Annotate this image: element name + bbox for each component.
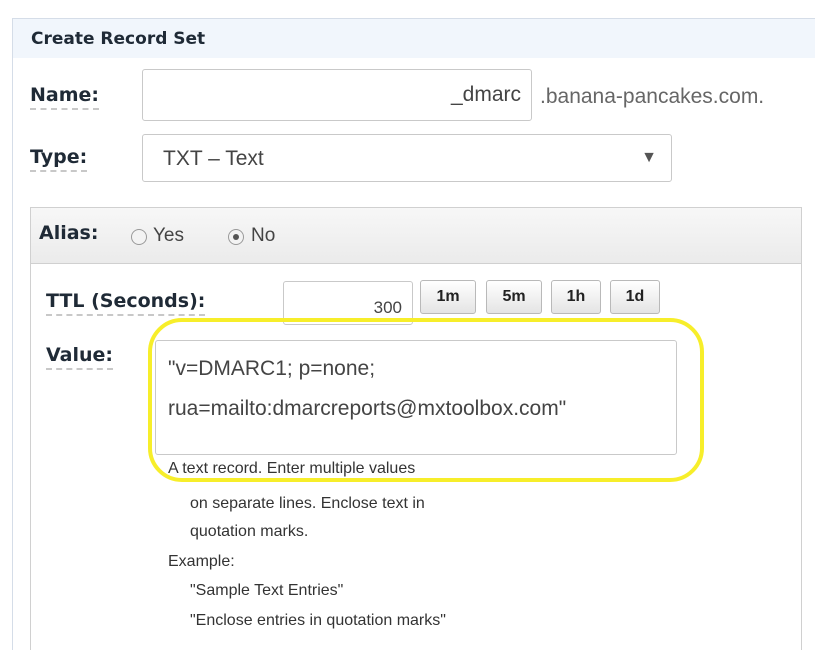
alias-header: Alias: Yes No <box>31 208 801 264</box>
panel-title: Create Record Set <box>31 29 206 49</box>
alias-yes-label: Yes <box>153 225 184 246</box>
ttl-5m-button[interactable]: 5m <box>486 280 542 314</box>
ttl-1d-button[interactable]: 1d <box>610 280 660 314</box>
panel-border <box>12 58 13 650</box>
ttl-label: TTL (Seconds): <box>46 290 206 316</box>
highlight-annotation <box>148 318 704 482</box>
help-example-line: "Enclose entries in quotation marks" <box>190 612 446 629</box>
panel-header: Create Record Set <box>12 18 815 58</box>
domain-suffix: .banana-pancakes.com. <box>540 85 765 108</box>
type-select[interactable]: TXT – Text ▼ <box>142 134 672 182</box>
alias-no-radio[interactable] <box>228 229 244 245</box>
type-selected-value: TXT – Text <box>163 147 264 170</box>
value-label: Value: <box>46 344 114 370</box>
ttl-1h-button[interactable]: 1h <box>551 280 601 314</box>
name-input[interactable] <box>142 69 532 121</box>
chevron-down-icon: ▼ <box>641 149 657 166</box>
ttl-1m-button[interactable]: 1m <box>420 280 476 314</box>
alias-yes-radio[interactable] <box>131 229 147 245</box>
help-text-line: on separate lines. Enclose text in <box>190 495 425 512</box>
alias-no-label: No <box>251 225 276 246</box>
help-example-label: Example: <box>168 553 235 570</box>
name-label: Name: <box>30 84 100 110</box>
help-text-line: quotation marks. <box>190 523 309 540</box>
type-label: Type: <box>30 146 88 172</box>
help-example-line: "Sample Text Entries" <box>190 582 344 599</box>
alias-label: Alias: <box>39 222 99 244</box>
help-text-line: A text record. Enter multiple values <box>168 460 416 477</box>
